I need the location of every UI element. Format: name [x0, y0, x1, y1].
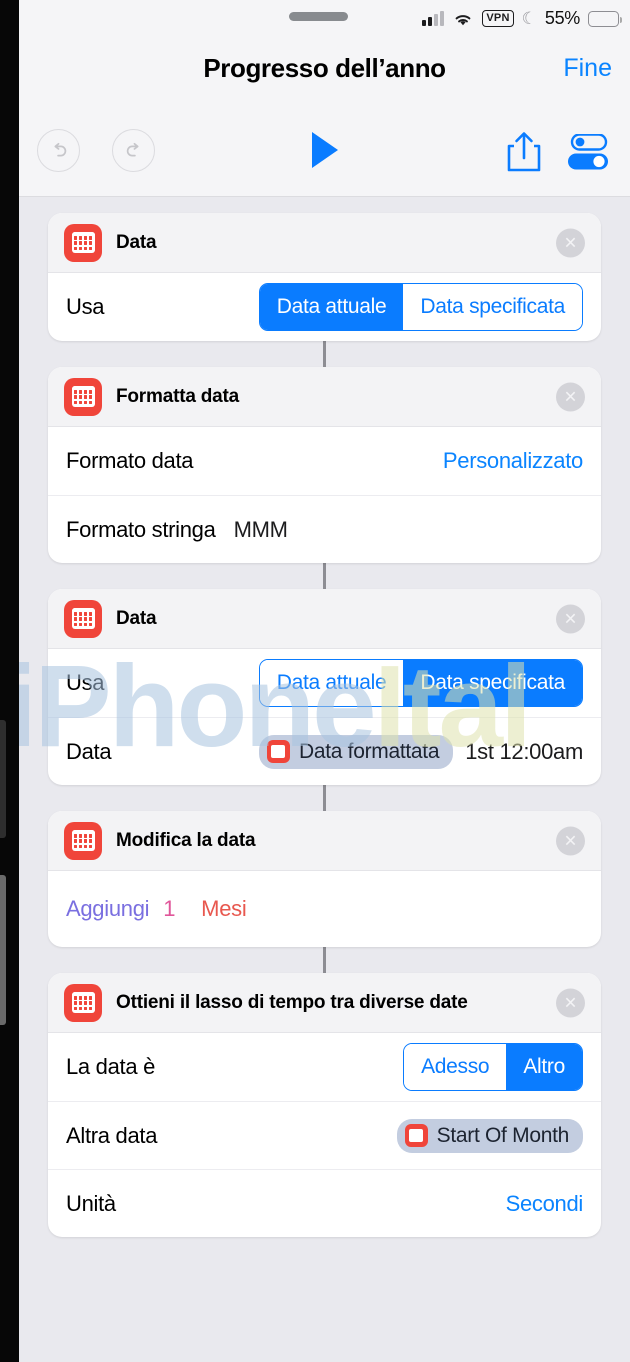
action-card[interactable]: Modifica la data × Aggiungi 1 Mesi	[48, 811, 601, 947]
unit-value[interactable]: Mesi	[201, 896, 247, 922]
date-time-value[interactable]: 1st 12:00am	[465, 739, 583, 765]
done-button[interactable]: Fine	[563, 54, 612, 83]
calendar-token-icon	[404, 1124, 428, 1147]
close-icon[interactable]: ×	[556, 228, 585, 257]
parameter-label: Altra data	[66, 1122, 158, 1148]
battery-icon	[588, 10, 622, 27]
undo-button[interactable]	[37, 129, 80, 172]
device-left-bezel	[0, 0, 19, 1362]
editor-toolbar	[19, 104, 630, 197]
parameter-row[interactable]: Data Data formattata 1st 12:00am	[48, 717, 601, 785]
redo-button[interactable]	[112, 129, 155, 172]
segment-other[interactable]: Altro	[506, 1044, 582, 1090]
settings-toggles-icon	[568, 133, 608, 170]
parameter-label: Formato data	[66, 448, 194, 473]
undo-icon	[53, 142, 66, 156]
status-bar-right: VPN ☾ 55%	[422, 8, 622, 29]
parameter-label: Unità	[66, 1190, 116, 1216]
parameter-label: Usa	[66, 294, 105, 319]
calendar-app-icon	[64, 821, 102, 860]
parameter-row[interactable]: Usa Data attuale Data specificata	[48, 649, 601, 717]
amount-value[interactable]: 1	[163, 896, 175, 922]
action-card[interactable]: Formatta data × Formato data Personalizz…	[48, 367, 601, 563]
action-connector	[323, 785, 326, 811]
segment-current-date[interactable]: Data attuale	[259, 284, 404, 330]
parameter-label: Usa	[66, 670, 105, 695]
page-title: Progresso dell’anno	[203, 53, 446, 83]
action-connector	[323, 341, 326, 367]
battery-percent-label: 55%	[544, 8, 580, 28]
action-title: Data	[116, 231, 157, 253]
calendar-app-icon	[64, 599, 102, 638]
variable-token-formatted-date[interactable]: Data formattata	[258, 734, 454, 769]
format-string-value[interactable]: MMM	[234, 517, 288, 543]
date-is-segmented-control[interactable]: Adesso Altro	[403, 1043, 583, 1091]
action-card[interactable]: Ottieni il lasso di tempo tra diverse da…	[48, 973, 601, 1237]
action-card-header: Data ×	[48, 213, 601, 273]
unit-value[interactable]: Secondi	[506, 1191, 584, 1217]
action-card[interactable]: Data × Usa Data attuale Data specificata…	[48, 589, 601, 785]
use-date-segmented-control[interactable]: Data attuale Data specificata	[258, 283, 583, 331]
parameter-label: La data è	[66, 1054, 156, 1079]
parameter-label: Formato stringa	[66, 516, 216, 542]
phone-frame: VPN ☾ 55% Progresso dell’anno Fine Data …	[0, 0, 630, 1362]
action-title: Ottieni il lasso di tempo tra diverse da…	[116, 991, 468, 1013]
date-format-value[interactable]: Personalizzato	[443, 448, 583, 474]
parameter-row[interactable]: La data è Adesso Altro	[48, 1033, 601, 1101]
parameter-row[interactable]: Altra data Start Of Month	[48, 1101, 601, 1169]
calendar-app-icon	[64, 377, 102, 416]
navigation-bar: Progresso dell’anno Fine	[19, 42, 630, 104]
share-icon	[507, 132, 541, 172]
volume-button[interactable]	[0, 875, 6, 1025]
phone-screen: VPN ☾ 55% Progresso dell’anno Fine Data …	[19, 0, 630, 1362]
close-icon[interactable]: ×	[556, 826, 585, 855]
parameter-row[interactable]: Unità Secondi	[48, 1169, 601, 1237]
mute-switch[interactable]	[0, 720, 6, 838]
action-card-header: Modifica la data ×	[48, 811, 601, 871]
redo-icon	[126, 142, 139, 156]
operation-value[interactable]: Aggiungi	[66, 896, 150, 922]
share-button[interactable]	[502, 128, 546, 181]
wifi-icon	[455, 14, 471, 25]
action-card-header: Data ×	[48, 589, 601, 649]
segment-specified-date[interactable]: Data specificata	[403, 284, 582, 330]
parameter-row[interactable]: Formato data Personalizzato	[48, 427, 601, 495]
segment-now[interactable]: Adesso	[404, 1044, 507, 1090]
action-card-header: Ottieni il lasso di tempo tra diverse da…	[48, 973, 601, 1033]
play-button[interactable]	[311, 132, 338, 168]
settings-button[interactable]	[566, 133, 612, 175]
vpn-badge: VPN	[482, 10, 514, 27]
close-icon[interactable]: ×	[556, 382, 585, 411]
cellular-signal-icon	[422, 11, 445, 26]
use-date-segmented-control[interactable]: Data attuale Data specificata	[258, 659, 583, 707]
shortcut-actions-list[interactable]: Data × Usa Data attuale Data specificata	[19, 197, 630, 1362]
segment-current-date[interactable]: Data attuale	[259, 660, 404, 706]
calendar-app-icon	[64, 223, 102, 262]
calendar-app-icon	[64, 983, 102, 1022]
action-card[interactable]: Data × Usa Data attuale Data specificata	[48, 213, 601, 341]
action-title: Formatta data	[116, 385, 240, 407]
adjust-date-formula-row[interactable]: Aggiungi 1 Mesi	[48, 871, 601, 947]
close-icon[interactable]: ×	[556, 604, 585, 633]
status-bar: VPN ☾ 55%	[19, 0, 630, 42]
action-card-header: Formatta data ×	[48, 367, 601, 427]
action-connector	[323, 563, 326, 589]
action-title: Modifica la data	[116, 829, 256, 851]
sheet-grabber[interactable]	[289, 12, 348, 21]
parameter-label: Data	[66, 738, 112, 764]
do-not-disturb-icon: ☾	[521, 9, 537, 28]
action-connector	[323, 947, 326, 973]
parameter-row[interactable]: Formato stringa MMM	[48, 495, 601, 563]
token-label: Data formattata	[298, 739, 440, 763]
token-label: Start Of Month	[436, 1123, 570, 1147]
variable-token-start-of-month[interactable]: Start Of Month	[396, 1118, 583, 1153]
action-title: Data	[116, 607, 157, 629]
close-icon[interactable]: ×	[556, 988, 585, 1017]
parameter-row[interactable]: Usa Data attuale Data specificata	[48, 273, 601, 341]
segment-specified-date[interactable]: Data specificata	[403, 660, 582, 706]
calendar-token-icon	[266, 740, 290, 763]
